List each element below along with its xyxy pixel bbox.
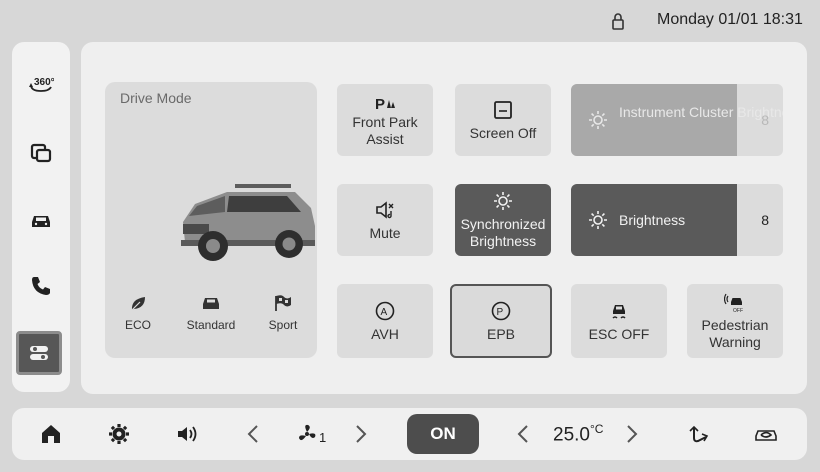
chevron-right-icon [356,425,367,443]
settings-button[interactable] [104,408,134,460]
windows-icon [30,143,52,163]
volume-icon [178,426,197,442]
sidebar: 360° [12,42,70,392]
parking-brake-icon: P [491,301,511,320]
sidebar-item-vehicle[interactable] [12,198,70,242]
air-recirculation-icon [755,430,777,441]
sun-icon [494,192,512,210]
drive-mode-standard[interactable]: Standard [179,294,243,332]
brightness-slider[interactable]: Brightness 8 [571,184,783,256]
front-park-assist-label: Front Park Assist [352,114,418,147]
car-icon [32,216,50,227]
avh-button[interactable]: A AVH [337,284,433,358]
pedestrian-warning-icon: OFF [724,293,743,313]
leaf-icon [131,297,145,311]
bottom-bar: 1 ON 25.0°C [12,408,807,460]
fan-level-value: 1 [319,430,327,445]
home-icon [42,425,60,443]
instrument-cluster-brightness-label: Instrument Cluster Brightness [619,104,783,120]
drive-mode-standard-label: Standard [186,318,236,332]
screen-icon [494,100,512,119]
airflow-direction-icon [689,425,709,443]
instrument-cluster-brightness-value: 8 [761,112,769,128]
fan-icon [299,424,316,441]
instrument-cluster-brightness-slider[interactable]: Instrument Cluster Brightness 8 [571,84,783,156]
volume-button[interactable] [172,408,202,460]
epb-label: EPB [486,325,515,342]
360-view-icon: 360° [29,77,54,92]
chevron-right-icon [627,425,638,443]
esc-off-label: ESC OFF [588,325,650,342]
sun-icon [589,211,607,229]
temp-decrease-button[interactable] [512,408,536,460]
drive-mode-eco-label: ECO [124,318,151,332]
pedestrian-warning-button[interactable]: OFF Pedestrian Warning [687,284,783,358]
sun-icon [589,111,607,129]
phone-icon [32,277,50,295]
avh-label: AVH [371,325,399,342]
epb-button[interactable]: P EPB [450,284,552,358]
temp-increase-button[interactable] [619,408,643,460]
recirculation-button[interactable] [748,408,784,460]
fan-decrease-button[interactable] [242,408,266,460]
esc-off-button[interactable]: ESC OFF [571,284,667,358]
sidebar-item-settings[interactable] [16,331,62,375]
auto-hold-icon: A [375,301,395,320]
temperature-unit: °C [589,422,604,436]
airflow-button[interactable] [682,408,714,460]
synchronized-brightness-label: Synchronized Brightness [460,216,546,249]
sidebar-item-360[interactable]: 360° [12,62,70,106]
chevron-left-icon [247,425,258,443]
pedestrian-warning-label: Pedestrian Warning [701,317,769,350]
brightness-label: Brightness [619,212,686,228]
mute-button[interactable]: Mute [337,184,433,256]
drive-mode-title: Drive Mode [120,90,192,106]
svg-text:P: P [375,96,385,113]
status-bar: Monday 01/01 18:31 [0,0,820,40]
drive-mode-sport[interactable]: Sport [251,294,315,332]
chevron-left-icon [517,425,528,443]
screen-off-button[interactable]: Screen Off [455,84,551,156]
park-assist-icon: P [375,96,395,113]
stability-control-icon [612,304,626,319]
car-icon [203,298,219,309]
synchronized-brightness-button[interactable]: Synchronized Brightness [455,184,551,256]
checkered-flag-icon [275,295,291,311]
drive-mode-sport-label: Sport [268,318,298,332]
svg-text:A: A [381,307,388,318]
lock-icon [612,13,624,30]
speaker-mute-icon [376,200,394,219]
svg-text:OFF: OFF [733,308,743,313]
fan-increase-button[interactable] [348,408,372,460]
vehicle-image [181,184,315,261]
sidebar-item-phone[interactable] [12,264,70,308]
temperature-value: 25.0 [553,424,590,446]
temperature-display: 25.0°C [553,422,603,446]
clock: Monday 01/01 18:31 [657,11,803,28]
mute-label: Mute [369,224,401,241]
main-panel: Drive Mode ECO Standard Sport P Front Pa… [81,42,807,394]
ac-on-button[interactable]: ON [407,414,479,454]
sidebar-item-windows[interactable] [12,130,70,174]
home-button[interactable] [36,408,66,460]
drive-mode-card: Drive Mode ECO Standard Sport [105,82,317,358]
drive-mode-eco[interactable]: ECO [106,294,170,332]
svg-text:P: P [497,307,504,318]
svg-text:360°: 360° [34,77,54,88]
gear-icon [109,424,129,444]
front-park-assist-button[interactable]: P Front Park Assist [337,84,433,156]
brightness-value: 8 [761,212,769,228]
fan-speed-indicator [292,408,322,460]
settings-toggle-icon [30,346,48,360]
screen-off-label: Screen Off [469,124,537,141]
